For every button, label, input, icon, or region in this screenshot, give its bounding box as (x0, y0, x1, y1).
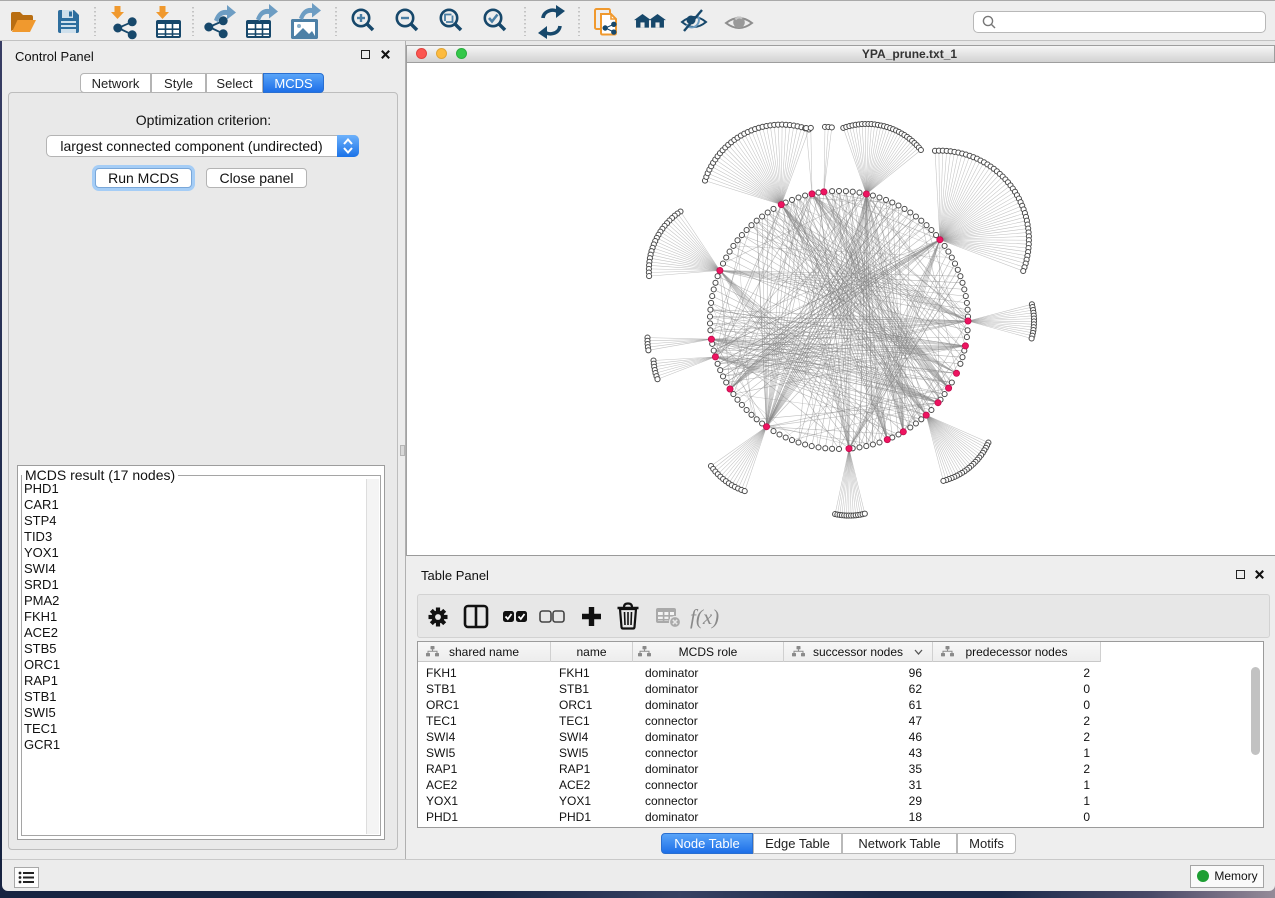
svg-text:f(x): f(x) (690, 605, 719, 629)
